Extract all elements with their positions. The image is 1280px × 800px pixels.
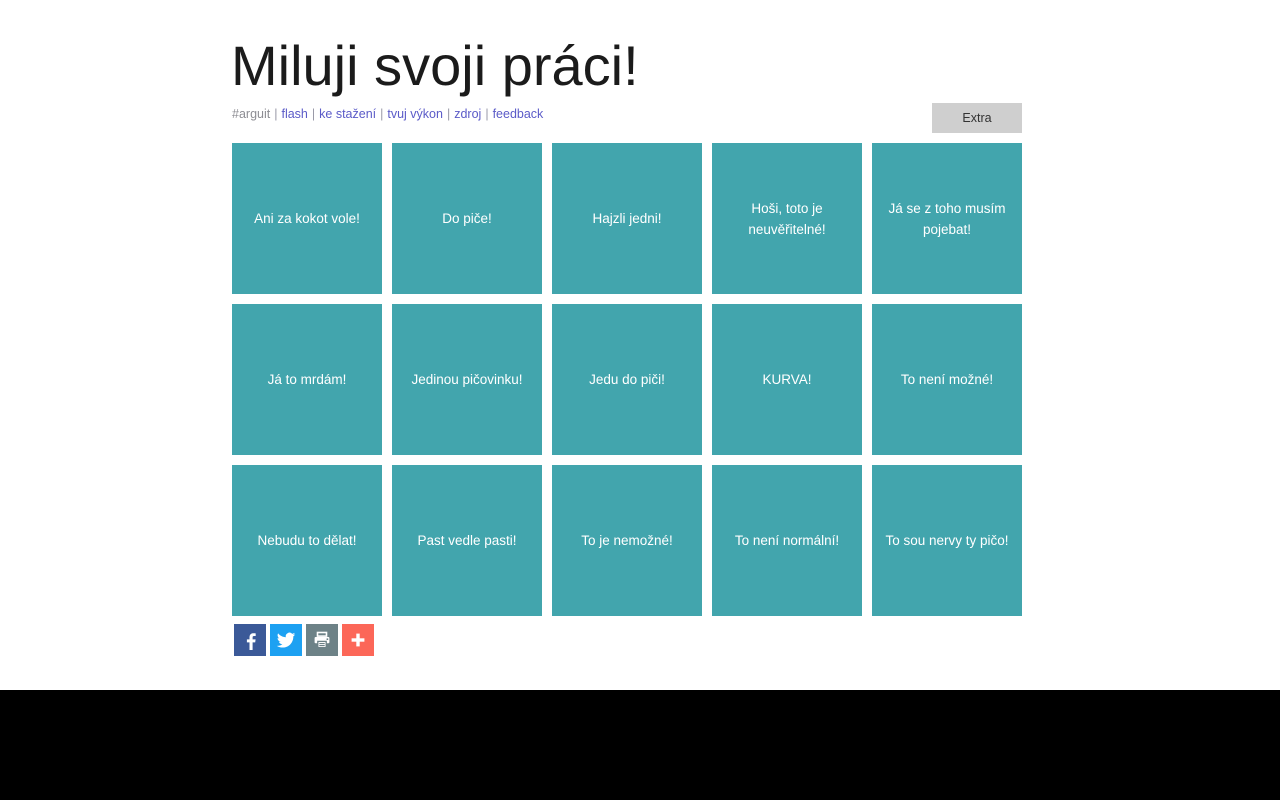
share-print-button[interactable] xyxy=(306,624,338,656)
tile[interactable]: To je nemožné! xyxy=(552,465,702,616)
tile[interactable]: Já se z toho musím pojebat! xyxy=(872,143,1022,294)
tile[interactable]: Jedu do piči! xyxy=(552,304,702,455)
nav-link-tvuj-vykon[interactable]: tvuj výkon xyxy=(387,107,443,121)
plus-icon xyxy=(348,630,368,650)
nav-separator: | xyxy=(380,107,384,121)
tile[interactable]: Jedinou pičovinku! xyxy=(392,304,542,455)
page-root: Miluji svoji práci! #arguit | flash | ke sta… xyxy=(0,0,1280,800)
nav-separator: | xyxy=(311,107,316,121)
extra-button[interactable]: Extra xyxy=(932,103,1022,133)
navbar: #arguit | flash | ke stažení | tvuj výkon | zdro… xyxy=(232,106,543,122)
nav-separator: | xyxy=(446,107,451,121)
tile-grid: Ani za kokot vole! Do piče! Hajzli jedni… xyxy=(232,143,1022,616)
share-bar xyxy=(234,624,374,656)
tile[interactable]: To sou nervy ty pičo! xyxy=(872,465,1022,616)
twitter-icon xyxy=(275,629,297,651)
nav-link-ke-stazeni[interactable]: ke stažení xyxy=(319,107,376,121)
tile[interactable]: To není normální! xyxy=(712,465,862,616)
tile[interactable]: Hoši, toto je neuvěřitelné! xyxy=(712,143,862,294)
tile[interactable]: Past vedle pasti! xyxy=(392,465,542,616)
tile[interactable]: KURVA! xyxy=(712,304,862,455)
share-twitter-button[interactable] xyxy=(270,624,302,656)
nav-link-flash[interactable]: flash xyxy=(281,107,307,121)
nav-link-arguit[interactable]: #arguit xyxy=(232,107,270,121)
share-more-button[interactable] xyxy=(342,624,374,656)
tile[interactable]: To není možné! xyxy=(872,304,1022,455)
tile[interactable]: Já to mrdám! xyxy=(232,304,382,455)
tile[interactable]: Do piče! xyxy=(392,143,542,294)
share-facebook-button[interactable] xyxy=(234,624,266,656)
print-icon xyxy=(312,630,332,650)
nav-separator: | xyxy=(485,107,489,121)
tile[interactable]: Nebudu to dělat! xyxy=(232,465,382,616)
tile[interactable]: Hajzli jedni! xyxy=(552,143,702,294)
facebook-icon xyxy=(240,630,260,650)
nav-link-zdroj[interactable]: zdroj xyxy=(454,107,481,121)
page-title: Miluji svoji práci! xyxy=(231,34,639,97)
tile[interactable]: Ani za kokot vole! xyxy=(232,143,382,294)
nav-link-feedback[interactable]: feedback xyxy=(493,107,544,121)
bottom-band xyxy=(0,690,1280,800)
nav-separator: | xyxy=(274,107,278,121)
